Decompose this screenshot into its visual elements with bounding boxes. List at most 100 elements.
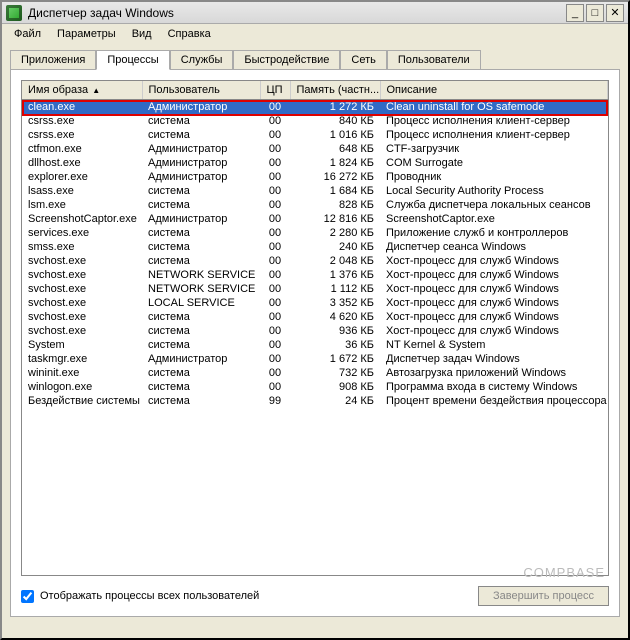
minimize-button[interactable]: _ [566,4,584,22]
table-row[interactable]: wininit.exeсистема00732 КБАвтозагрузка п… [22,366,608,380]
cell-name: smss.exe [22,240,142,254]
table-row[interactable]: services.exeсистема002 280 КБПриложение … [22,226,608,240]
cell-cpu: 00 [260,184,290,198]
show-all-users-input[interactable] [21,590,34,603]
column-headers: Имя образа▲ Пользователь ЦП Память (част… [22,81,608,100]
table-row[interactable]: clean.exeАдминистратор001 272 КБClean un… [22,100,608,115]
titlebar-buttons: _ □ ✕ [566,4,624,22]
cell-mem: 4 620 КБ [290,310,380,324]
table-row[interactable]: svchost.exeNETWORK SERVICE001 112 КБХост… [22,282,608,296]
tab-network[interactable]: Сеть [340,50,386,69]
cell-desc: Приложение служб и контроллеров [380,226,608,240]
table-row[interactable]: explorer.exeАдминистратор0016 272 КБПров… [22,170,608,184]
table-row[interactable]: svchost.exeсистема00936 КБХост-процесс д… [22,324,608,338]
table-row[interactable]: svchost.exeNETWORK SERVICE001 376 КБХост… [22,268,608,282]
table-row[interactable]: svchost.exeсистема002 048 КБХост-процесс… [22,254,608,268]
cell-cpu: 00 [260,114,290,128]
cell-name: svchost.exe [22,324,142,338]
cell-desc: Хост-процесс для служб Windows [380,296,608,310]
cell-name: svchost.exe [22,296,142,310]
cell-name: winlogon.exe [22,380,142,394]
col-description[interactable]: Описание [380,81,608,100]
cell-mem: 16 272 КБ [290,170,380,184]
table-row[interactable]: Бездействие системысистема9924 КБПроцент… [22,394,608,408]
close-button[interactable]: ✕ [606,4,624,22]
menu-view[interactable]: Вид [124,26,160,42]
cell-cpu: 00 [260,128,290,142]
cell-mem: 2 048 КБ [290,254,380,268]
tab-applications[interactable]: Приложения [10,50,96,69]
cell-user: Администратор [142,100,260,115]
table-row[interactable]: Systemсистема0036 КБNT Kernel & System [22,338,608,352]
table-row[interactable]: winlogon.exeсистема00908 КБПрограмма вхо… [22,380,608,394]
show-all-users-checkbox[interactable]: Отображать процессы всех пользователей [21,590,259,603]
cell-user: Администратор [142,156,260,170]
cell-name: ctfmon.exe [22,142,142,156]
table-row[interactable]: smss.exeсистема00240 КБДиспетчер сеанса … [22,240,608,254]
maximize-button[interactable]: □ [586,4,604,22]
table-row[interactable]: dllhost.exeАдминистратор001 824 КБCOM Su… [22,156,608,170]
table-row[interactable]: csrss.exeсистема001 016 КБПроцесс исполн… [22,128,608,142]
cell-name: csrss.exe [22,128,142,142]
cell-desc: ScreenshotCaptor.exe [380,212,608,226]
cell-mem: 936 КБ [290,324,380,338]
end-process-button[interactable]: Завершить процесс [478,586,609,606]
col-memory[interactable]: Память (частн... [290,81,380,100]
cell-mem: 1 672 КБ [290,352,380,366]
cell-user: система [142,184,260,198]
table-row[interactable]: csrss.exeсистема00840 КБПроцесс исполнен… [22,114,608,128]
cell-cpu: 00 [260,296,290,310]
table-row[interactable]: lsm.exeсистема00828 КБСлужба диспетчера … [22,198,608,212]
table-row[interactable]: taskmgr.exeАдминистратор001 672 КБДиспет… [22,352,608,366]
col-user[interactable]: Пользователь [142,81,260,100]
cell-mem: 1 824 КБ [290,156,380,170]
cell-mem: 3 352 КБ [290,296,380,310]
cell-name: clean.exe [22,100,142,115]
menu-help[interactable]: Справка [160,26,219,42]
cell-desc: Процент времени бездействия процессора [380,394,608,408]
tab-services[interactable]: Службы [170,50,234,69]
cell-desc: Хост-процесс для служб Windows [380,282,608,296]
cell-name: services.exe [22,226,142,240]
tabs: Приложения Процессы Службы Быстродействи… [10,50,620,69]
process-table: Имя образа▲ Пользователь ЦП Память (част… [22,81,608,408]
cell-name: ScreenshotCaptor.exe [22,212,142,226]
cell-cpu: 00 [260,366,290,380]
cell-desc: Процесс исполнения клиент-сервер [380,114,608,128]
table-row[interactable]: lsass.exeсистема001 684 КБLocal Security… [22,184,608,198]
cell-desc: Local Security Authority Process [380,184,608,198]
cell-mem: 2 280 КБ [290,226,380,240]
menu-options[interactable]: Параметры [49,26,124,42]
cell-name: csrss.exe [22,114,142,128]
table-row[interactable]: svchost.exeсистема004 620 КБХост-процесс… [22,310,608,324]
sort-arrow-icon: ▲ [92,86,100,95]
col-cpu[interactable]: ЦП [260,81,290,100]
cell-user: система [142,324,260,338]
menu-file[interactable]: Файл [6,26,49,42]
cell-desc: Хост-процесс для служб Windows [380,324,608,338]
cell-cpu: 00 [260,254,290,268]
cell-mem: 240 КБ [290,240,380,254]
footer: Отображать процессы всех пользователей З… [11,586,619,616]
cell-cpu: 00 [260,198,290,212]
cell-desc: Диспетчер задач Windows [380,352,608,366]
cell-desc: Процесс исполнения клиент-сервер [380,128,608,142]
cell-mem: 908 КБ [290,380,380,394]
table-row[interactable]: svchost.exeLOCAL SERVICE003 352 КБХост-п… [22,296,608,310]
process-table-wrap[interactable]: Имя образа▲ Пользователь ЦП Память (част… [21,80,609,576]
tab-performance[interactable]: Быстродействие [233,50,340,69]
tab-processes[interactable]: Процессы [96,50,169,70]
cell-name: svchost.exe [22,268,142,282]
cell-mem: 1 112 КБ [290,282,380,296]
tab-users[interactable]: Пользователи [387,50,481,69]
table-row[interactable]: ScreenshotCaptor.exeАдминистратор0012 81… [22,212,608,226]
col-name[interactable]: Имя образа▲ [22,81,142,100]
cell-mem: 828 КБ [290,198,380,212]
process-table-body: clean.exeАдминистратор001 272 КБClean un… [22,100,608,409]
cell-cpu: 00 [260,142,290,156]
cell-mem: 648 КБ [290,142,380,156]
cell-cpu: 00 [260,380,290,394]
cell-desc: Автозагрузка приложений Windows [380,366,608,380]
table-row[interactable]: ctfmon.exeАдминистратор00648 КБCTF-загру… [22,142,608,156]
cell-desc: Хост-процесс для служб Windows [380,310,608,324]
